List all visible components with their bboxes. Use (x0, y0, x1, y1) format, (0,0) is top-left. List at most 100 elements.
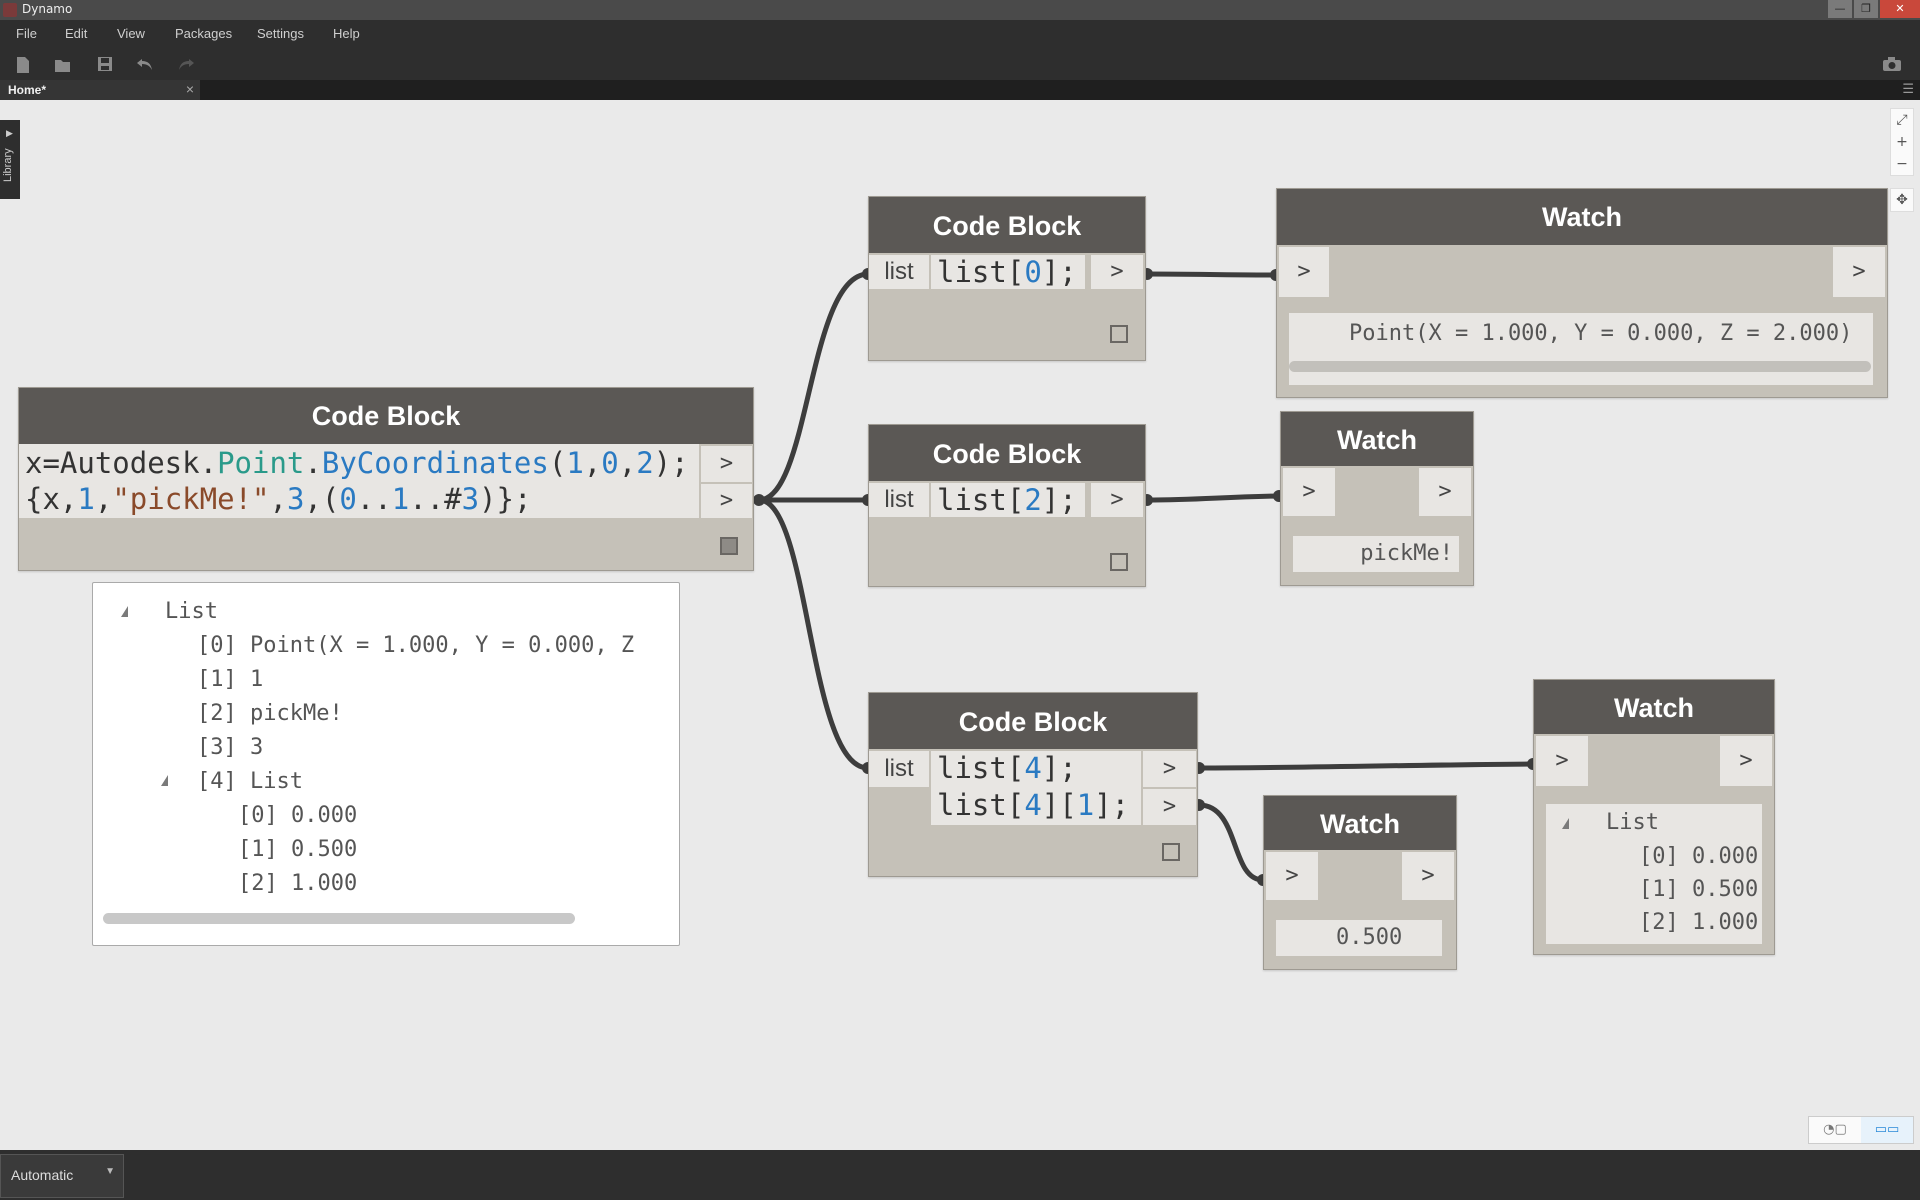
graph-canvas[interactable]: ▶ Library ⤢ + − ✥ Code Block x=Autodesk.… (0, 100, 1920, 1150)
code-token: ][ (1041, 788, 1077, 822)
new-file-icon[interactable] (14, 56, 32, 74)
tab-close-icon[interactable]: × (186, 81, 194, 97)
output-port[interactable]: > (1143, 789, 1196, 825)
output-port[interactable]: > (1720, 736, 1772, 786)
input-port-list[interactable]: list (869, 255, 929, 289)
collapse-triangle-icon[interactable] (121, 606, 128, 617)
wire-main-to-code0[interactable] (756, 271, 871, 503)
geometry-view-button[interactable]: ◔▢ (1809, 1117, 1861, 1143)
collapse-triangle-icon[interactable] (161, 775, 168, 786)
output-port[interactable]: > (1833, 247, 1885, 297)
menu-edit[interactable]: Edit (65, 26, 87, 41)
preview-toggle-checkbox[interactable] (1110, 553, 1128, 571)
output-port[interactable]: > (1402, 852, 1454, 900)
watch-node-list[interactable]: Watch > > List [0] 0.000 [1] 0.500 [2] 1… (1533, 679, 1775, 955)
output-port[interactable]: > (701, 484, 752, 518)
watch-node-string[interactable]: Watch > > pickMe! (1280, 411, 1474, 586)
undo-icon[interactable] (136, 56, 154, 74)
code-token: list[ (937, 483, 1025, 517)
menu-file[interactable]: File (16, 26, 37, 41)
code-token: ]; (1041, 255, 1077, 289)
code-block-list-2[interactable]: Code Block list list[2]; > (868, 424, 1146, 587)
horizontal-scrollbar[interactable] (103, 913, 575, 924)
preview-bubble: List [0] Point(X = 1.000, Y = 0.000, Z [… (92, 582, 680, 946)
minimize-button[interactable]: — (1828, 0, 1852, 18)
code-block-main[interactable]: Code Block x=Autodesk.Point.ByCoordinate… (18, 387, 754, 571)
code-token: 1 (391, 482, 410, 516)
preview-toggle-checkbox[interactable] (720, 537, 738, 555)
redo-icon[interactable] (177, 56, 195, 74)
input-port[interactable]: > (1266, 852, 1318, 900)
view-mode-toggle: ◔▢ ▭▭ (1808, 1116, 1914, 1144)
code-token: . (199, 446, 218, 480)
watch-value-display: pickMe! (1293, 536, 1459, 572)
close-window-button[interactable]: ✕ (1880, 0, 1920, 18)
code-token: . (304, 446, 322, 480)
code-token: ,( (304, 482, 340, 516)
watch-node-number[interactable]: Watch > > 0.500 (1263, 795, 1457, 970)
wire-code4b-to-watch3[interactable] (1196, 802, 1266, 883)
output-port[interactable]: > (1143, 751, 1196, 787)
code-token: list[ (937, 255, 1025, 289)
preview-subitem: [0] 0.000 (238, 803, 358, 828)
open-file-icon[interactable] (54, 56, 72, 74)
output-port[interactable]: > (1091, 483, 1143, 517)
watch-value: Point(X = 1.000, Y = 0.000, Z = 2.000) (1349, 321, 1853, 346)
menu-settings[interactable]: Settings (257, 26, 304, 41)
wire-code0-to-watch1[interactable] (1144, 271, 1279, 278)
wire-code2-to-watch2[interactable] (1144, 493, 1282, 503)
tab-menu-icon[interactable]: ☰ (1902, 82, 1914, 97)
wire-main-to-code4[interactable] (756, 497, 871, 771)
collapse-triangle-icon[interactable] (1562, 818, 1569, 829)
code-editor[interactable]: list[2]; (931, 483, 1085, 517)
code-token: , (583, 446, 602, 480)
code-editor[interactable]: x=Autodesk.Point.ByCoordinates(1,0,2); {… (19, 444, 699, 518)
chevron-down-icon: ▼ (105, 1166, 115, 1177)
menu-help[interactable]: Help (333, 26, 360, 41)
code-block-list-0[interactable]: Code Block list list[0]; > (868, 196, 1146, 361)
watch-value-display: Point(X = 1.000, Y = 0.000, Z = 2.000) (1289, 313, 1873, 385)
output-port[interactable]: > (1419, 468, 1471, 516)
watch-list-item: [2] 1.000 (1639, 910, 1759, 935)
camera-icon[interactable] (1882, 56, 1901, 74)
code-token: 1 (77, 482, 95, 516)
menu-view[interactable]: View (117, 26, 145, 41)
code-token: , (269, 482, 287, 516)
run-mode-dropdown[interactable]: Automatic ▼ (0, 1154, 124, 1198)
status-bar: Automatic ▼ (0, 1150, 1920, 1200)
maximize-button[interactable]: ❐ (1854, 0, 1878, 18)
input-port-list[interactable]: list (869, 751, 929, 787)
preview-toggle-checkbox[interactable] (1162, 843, 1180, 861)
graph-view-button[interactable]: ▭▭ (1861, 1117, 1913, 1143)
code-token: )}; (479, 482, 532, 516)
code-line-1: list[0]; (937, 255, 1077, 289)
code-token: 3 (286, 482, 305, 516)
watch-list-item: [0] 0.000 (1639, 844, 1759, 869)
code-editor[interactable]: list[4]; list[4][1]; (931, 751, 1141, 825)
code-token: ..# (409, 482, 462, 516)
preview-toggle-checkbox[interactable] (1110, 325, 1128, 343)
node-title: Watch (1534, 680, 1774, 734)
menu-packages[interactable]: Packages (175, 26, 232, 41)
menu-bar: File Edit View Packages Settings Help (0, 20, 1920, 50)
input-port-list[interactable]: list (869, 483, 929, 517)
horizontal-scrollbar[interactable] (1289, 361, 1871, 372)
wire-code4a-to-watch4[interactable] (1196, 761, 1536, 771)
output-port[interactable]: > (701, 446, 752, 482)
node-title: Watch (1277, 189, 1887, 245)
input-port[interactable]: > (1279, 247, 1329, 297)
code-token: 0 (339, 482, 357, 516)
code-block-list-4[interactable]: Code Block list list[4]; list[4][1]; > > (868, 692, 1198, 877)
output-port[interactable]: > (1091, 255, 1143, 289)
code-line-1: list[4]; (937, 751, 1077, 785)
code-line-1: x=Autodesk.Point.ByCoordinates(1,0,2); (25, 446, 689, 480)
tab-home[interactable]: Home* × (0, 80, 200, 100)
code-editor[interactable]: list[0]; (931, 255, 1085, 289)
save-icon[interactable] (96, 56, 114, 74)
input-port[interactable]: > (1283, 468, 1335, 516)
watch-node-point[interactable]: Watch > > Point(X = 1.000, Y = 0.000, Z … (1276, 188, 1888, 398)
preview-item: [2] pickMe! (197, 701, 343, 726)
input-port[interactable]: > (1536, 736, 1588, 786)
preview-item: [0] Point(X = 1.000, Y = 0.000, Z (197, 633, 648, 658)
watch-list-label: List (1606, 810, 1659, 835)
